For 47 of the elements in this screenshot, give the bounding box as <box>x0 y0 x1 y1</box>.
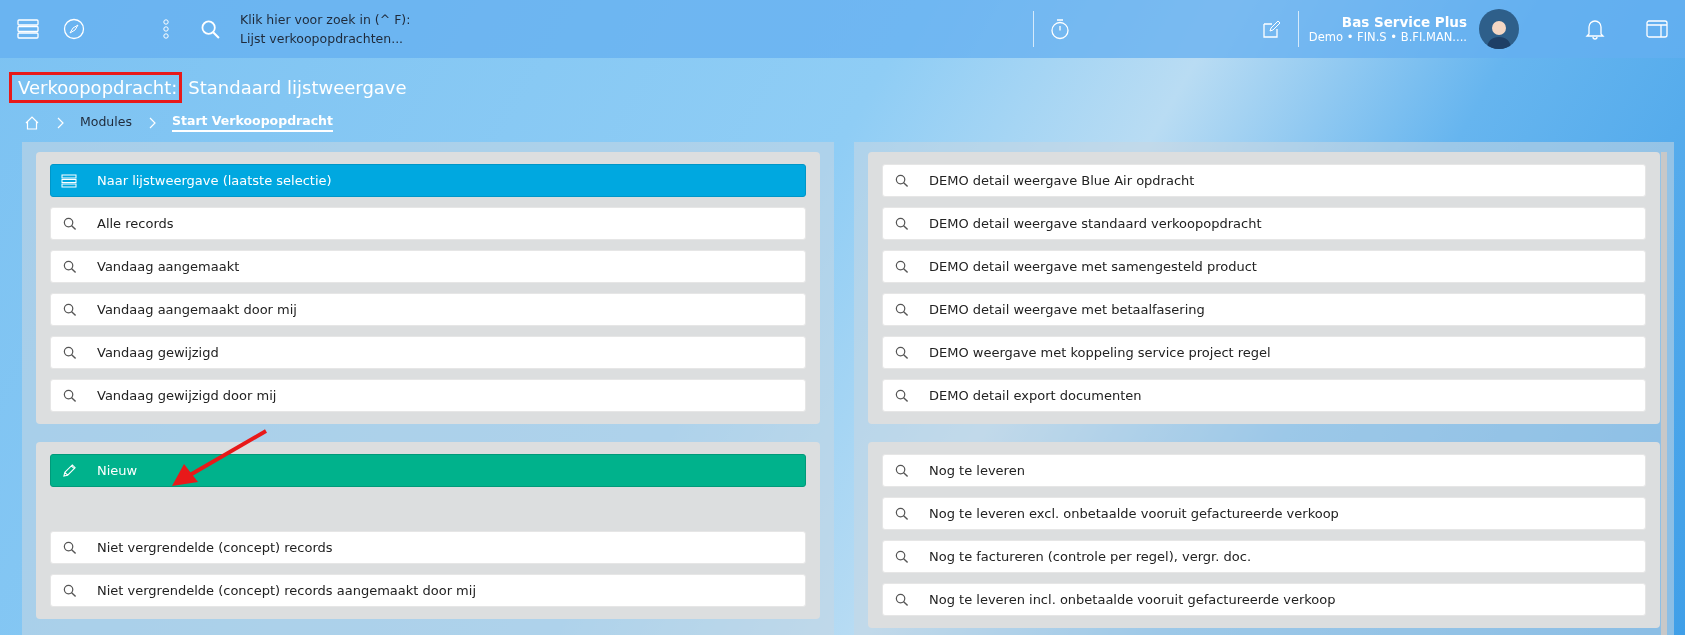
search-view-item[interactable]: Nog te factureren (controle per regel), vergr. doc. <box>882 540 1646 573</box>
search-icon <box>61 259 77 274</box>
home-icon[interactable] <box>24 114 40 131</box>
search-icon <box>893 506 909 521</box>
search-icon <box>893 463 909 478</box>
search-view-item[interactable]: DEMO detail weergave standaard verkoopopdracht <box>882 207 1646 240</box>
pencil-icon <box>61 463 77 478</box>
avatar[interactable] <box>1479 9 1519 49</box>
search-icon <box>893 216 909 231</box>
search-icon <box>893 549 909 564</box>
search-icon <box>893 173 909 188</box>
search-view-item[interactable]: DEMO detail weergave met betaalfasering <box>882 293 1646 326</box>
search-icon <box>61 345 77 360</box>
search-view-item[interactable]: Nog te leveren <box>882 454 1646 487</box>
search-icon <box>61 388 77 403</box>
search-icon <box>893 388 909 403</box>
search-icon <box>61 216 77 231</box>
search-view-item[interactable]: Niet vergrendelde (concept) records aangemaakt door mij <box>50 574 806 607</box>
search-icon <box>893 592 909 607</box>
scrollbar[interactable] <box>1661 152 1667 635</box>
search-icon <box>61 540 77 555</box>
search-view-item[interactable]: Vandaag aangemaakt door mij <box>50 293 806 326</box>
search-view-item[interactable]: Niet vergrendelde (concept) records <box>50 531 806 564</box>
user-context: Demo • FIN.S • B.FI.MAN.... <box>1308 30 1467 44</box>
page-title: Standaard lijstweergave <box>188 77 407 98</box>
chevron-icon <box>147 116 156 129</box>
breadcrumb-link[interactable]: Modules <box>80 114 132 131</box>
search-field[interactable]: Klik hier voor zoek in (^ F): Lijst verkoopopdrachten... <box>240 10 411 48</box>
search-view-item[interactable]: Nog te leveren incl. onbetaalde vooruit gefactureerde verkoop <box>882 583 1646 616</box>
search-view-item[interactable]: Vandaag gewijzigd <box>50 336 806 369</box>
page-title-prefix: Verkoopopdracht: <box>9 72 183 103</box>
search-icon <box>61 583 77 598</box>
search-view-item[interactable]: DEMO detail weergave Blue Air opdracht <box>882 164 1646 197</box>
search-icon <box>893 345 909 360</box>
search-view-item[interactable]: Alle records <box>50 207 806 240</box>
search-view-item[interactable]: DEMO weergave met koppeling service project regel <box>882 336 1646 369</box>
chevron-icon <box>56 116 64 129</box>
search-view-item[interactable]: Nog te leveren excl. onbetaalde vooruit gefactureerde verkoop <box>882 497 1646 530</box>
user-name: Bas Service Plus <box>1341 14 1467 30</box>
search-view-item[interactable]: DEMO detail export documenten <box>882 379 1646 412</box>
search-view-item[interactable]: DEMO detail weergave met samengesteld product <box>882 250 1646 283</box>
search-icon <box>893 259 909 274</box>
list-icon <box>61 173 77 188</box>
search-view-item[interactable]: Vandaag gewijzigd door mij <box>50 379 806 412</box>
search-icon <box>893 302 909 317</box>
search-icon <box>61 302 77 317</box>
search-view-item[interactable]: Vandaag aangemaakt <box>50 250 806 283</box>
